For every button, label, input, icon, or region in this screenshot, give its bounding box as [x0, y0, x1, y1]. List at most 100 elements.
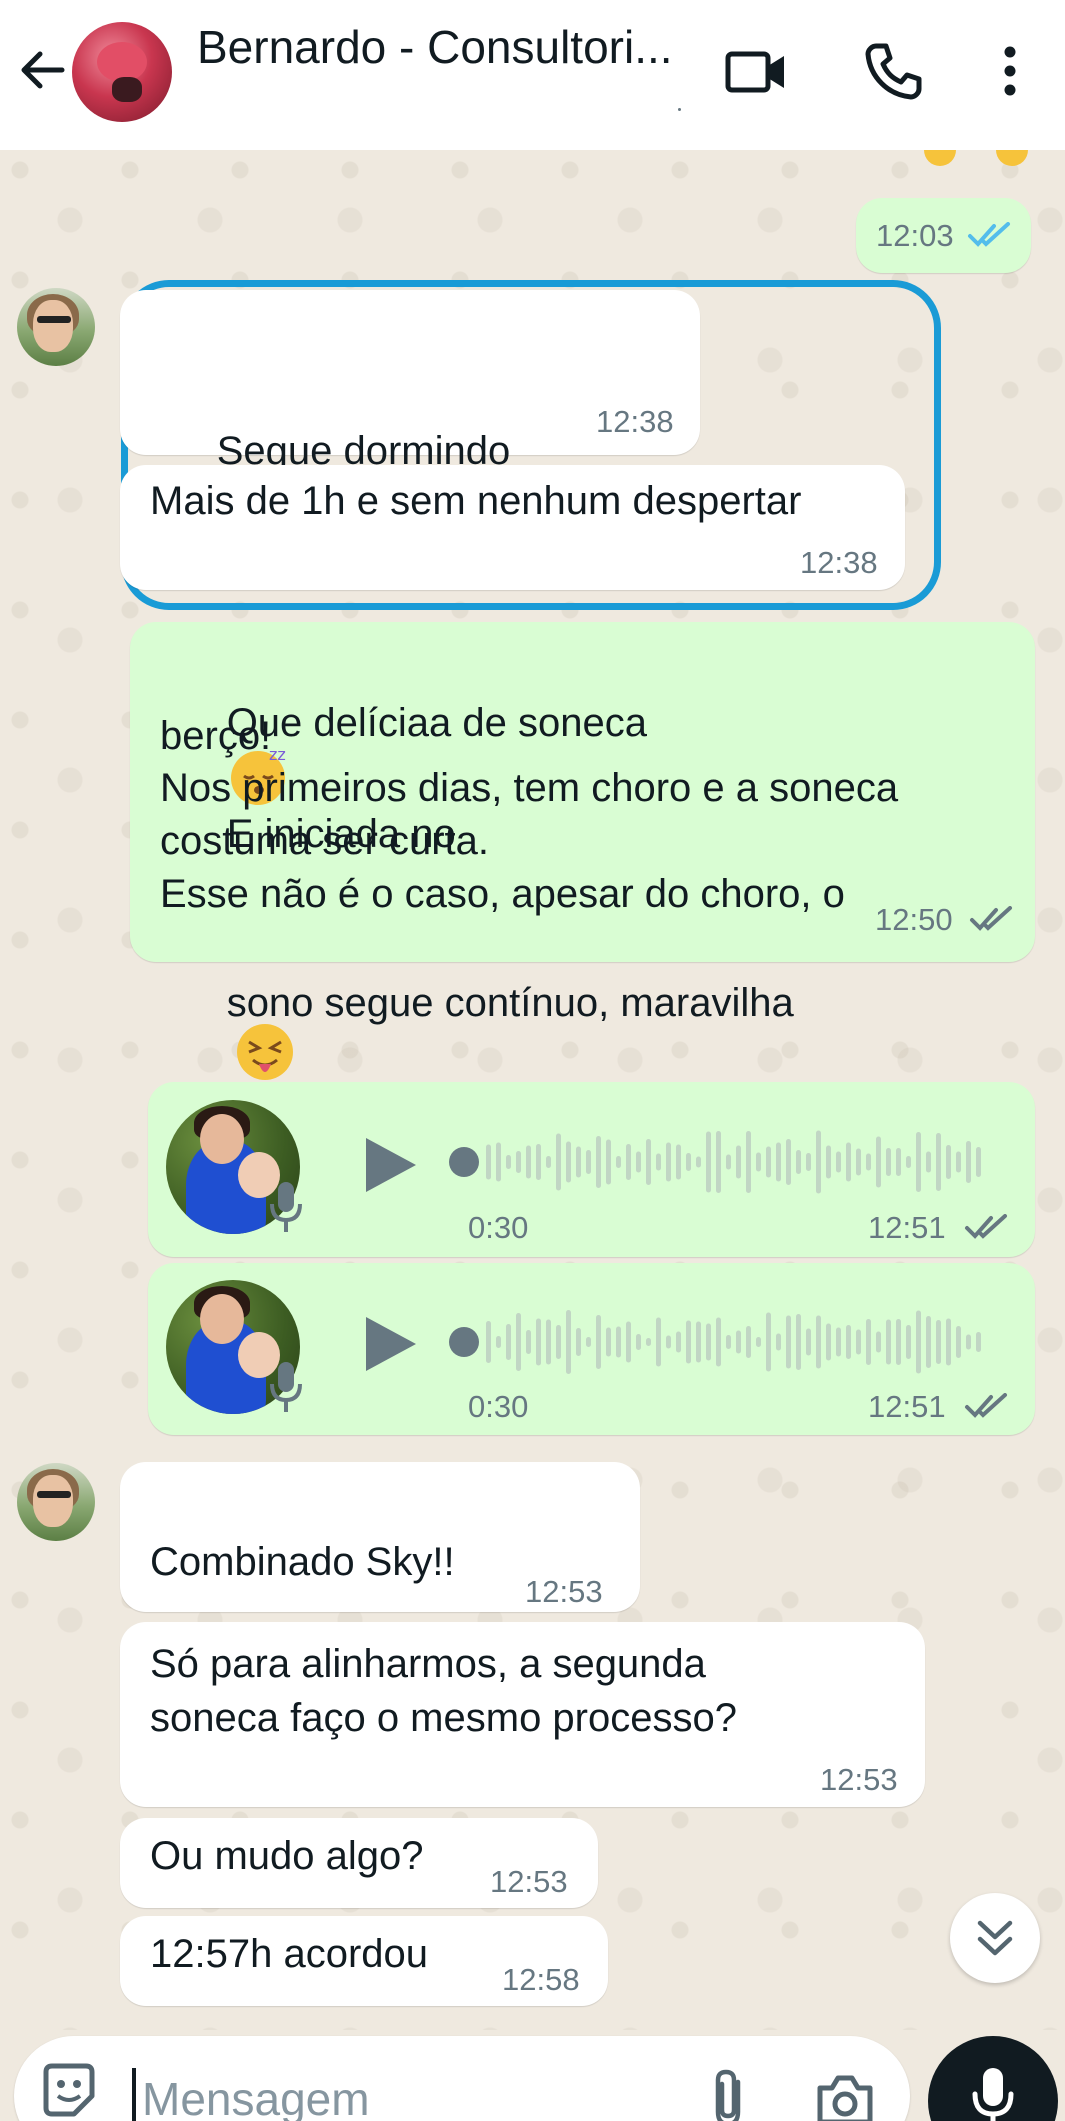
scroll-to-bottom-button[interactable]	[950, 1893, 1040, 1983]
waveform-bar	[606, 1327, 611, 1357]
waveform-bar	[656, 1153, 661, 1171]
message-time: 12:53	[525, 1574, 603, 1609]
waveform-bar	[836, 1151, 841, 1173]
waveform-bar	[876, 1136, 881, 1188]
waveform-bar	[956, 1326, 961, 1358]
chat-area-lower: 0:30 12:51 0:30 12:51 Combinado Sky!! 12…	[0, 150, 1065, 2030]
waveform-bar	[946, 1318, 951, 1366]
waveform-bar	[806, 1153, 811, 1171]
waveform-bar	[666, 1142, 671, 1182]
waveform-bar	[826, 1323, 831, 1361]
microphone-icon	[972, 2068, 1014, 2121]
contact-name[interactable]: Bernardo - Consultori...	[197, 20, 687, 74]
waveform-bar	[636, 1151, 641, 1173]
message-input[interactable]	[142, 2064, 642, 2121]
waveform-bar	[646, 1139, 651, 1185]
waveform-bar	[966, 1141, 971, 1183]
waveform-bar	[856, 1148, 861, 1176]
message-text: Combinado Sky!!	[150, 1540, 455, 1584]
waveform-bar	[786, 1139, 791, 1185]
double-chevron-down-icon	[977, 1920, 1013, 1956]
message-time: 12:53	[820, 1762, 898, 1797]
message-time: 12:58	[502, 1962, 580, 1997]
waveform-bar	[966, 1334, 971, 1350]
message-text: 12:57h acordou	[150, 1932, 429, 1976]
waveform-bar	[826, 1145, 831, 1179]
play-icon[interactable]	[360, 1134, 420, 1196]
video-camera-icon[interactable]	[724, 40, 788, 104]
play-icon[interactable]	[360, 1313, 420, 1375]
paperclip-icon[interactable]	[704, 2066, 754, 2121]
message-time: 12:53	[490, 1864, 568, 1899]
waveform-bar	[526, 1330, 531, 1354]
waveform-bar	[686, 1320, 691, 1364]
waveform-bar	[716, 1317, 721, 1367]
waveform-bar	[806, 1328, 811, 1356]
waveform-bar	[796, 1150, 801, 1174]
contact-avatar[interactable]	[72, 22, 172, 122]
message-time: 12:51	[868, 1210, 946, 1245]
incoming-message-bubble[interactable]: Combinado Sky!! 12:53	[120, 1462, 640, 1612]
waveform-bar	[846, 1325, 851, 1359]
waveform-bar	[946, 1145, 951, 1179]
arrow-left-icon[interactable]	[12, 40, 72, 100]
waveform-bar	[526, 1145, 531, 1179]
waveform-bar	[516, 1151, 521, 1173]
waveform-bar	[486, 1144, 491, 1180]
waveform-bar	[616, 1326, 621, 1358]
sender-avatar[interactable]	[17, 1463, 95, 1541]
waveform-bar	[976, 1147, 981, 1177]
waveform-bar	[566, 1141, 571, 1183]
text-cursor	[132, 2068, 136, 2121]
phone-icon[interactable]	[862, 40, 924, 102]
waveform-bar	[546, 1319, 551, 1365]
waveform-bar	[696, 1156, 701, 1168]
voice-message-bubble[interactable]: 0:30 12:51	[148, 1082, 1035, 1257]
waveform-bar	[606, 1139, 611, 1185]
waveform-bar	[976, 1332, 981, 1352]
camera-icon[interactable]	[814, 2072, 876, 2121]
waveform-bar	[776, 1142, 781, 1182]
waveform-bar	[816, 1130, 821, 1194]
waveform-bar	[846, 1142, 851, 1182]
waveform-bar	[936, 1320, 941, 1364]
more-vertical-icon[interactable]	[990, 40, 1030, 102]
voice-record-button[interactable]	[928, 2036, 1058, 2121]
waveform-bar	[576, 1146, 581, 1178]
message-time: 12:51	[868, 1389, 946, 1424]
audio-waveform[interactable]	[448, 1124, 988, 1200]
voice-message-bubble[interactable]: 0:30 12:51	[148, 1263, 1035, 1435]
waveform-bar	[496, 1142, 501, 1182]
delivered-double-check-icon	[965, 1214, 1007, 1239]
waveform-bar	[636, 1334, 641, 1350]
waveform-bar	[516, 1313, 521, 1371]
sticker-icon[interactable]	[36, 2058, 102, 2121]
microphone-icon	[270, 1182, 302, 1232]
delivered-double-check-icon	[965, 1393, 1007, 1418]
waveform-bar	[936, 1133, 941, 1191]
waveform-bar	[736, 1145, 741, 1179]
waveform-bar	[696, 1321, 701, 1363]
message-composer	[14, 2036, 910, 2121]
waveform-bar	[596, 1136, 601, 1188]
waveform-bar	[616, 1156, 621, 1168]
waveform-bar	[896, 1148, 901, 1176]
microphone-icon	[270, 1362, 302, 1412]
waveform-bar	[506, 1324, 511, 1360]
waveform-bar	[556, 1325, 561, 1359]
waveform-bar	[726, 1154, 731, 1170]
waveform-bar	[746, 1326, 751, 1358]
waveform-bar	[536, 1144, 541, 1180]
incoming-message-bubble[interactable]: Ou mudo algo? 12:53	[120, 1818, 598, 1908]
message-text: Só para alinharmos, a segunda	[150, 1642, 706, 1686]
waveform-bar	[766, 1146, 771, 1178]
audio-waveform[interactable]	[448, 1304, 988, 1380]
incoming-message-bubble[interactable]: Só para alinharmos, a segunda soneca faç…	[120, 1622, 925, 1807]
waveform-bar	[676, 1331, 681, 1353]
waveform-bar	[706, 1131, 711, 1193]
incoming-message-bubble[interactable]: 12:57h acordou 12:58	[120, 1916, 608, 2006]
waveform-bar	[566, 1310, 571, 1374]
waveform-bar	[626, 1144, 631, 1180]
voice-duration: 0:30	[468, 1389, 529, 1424]
typing-indicator-dot	[678, 108, 681, 111]
